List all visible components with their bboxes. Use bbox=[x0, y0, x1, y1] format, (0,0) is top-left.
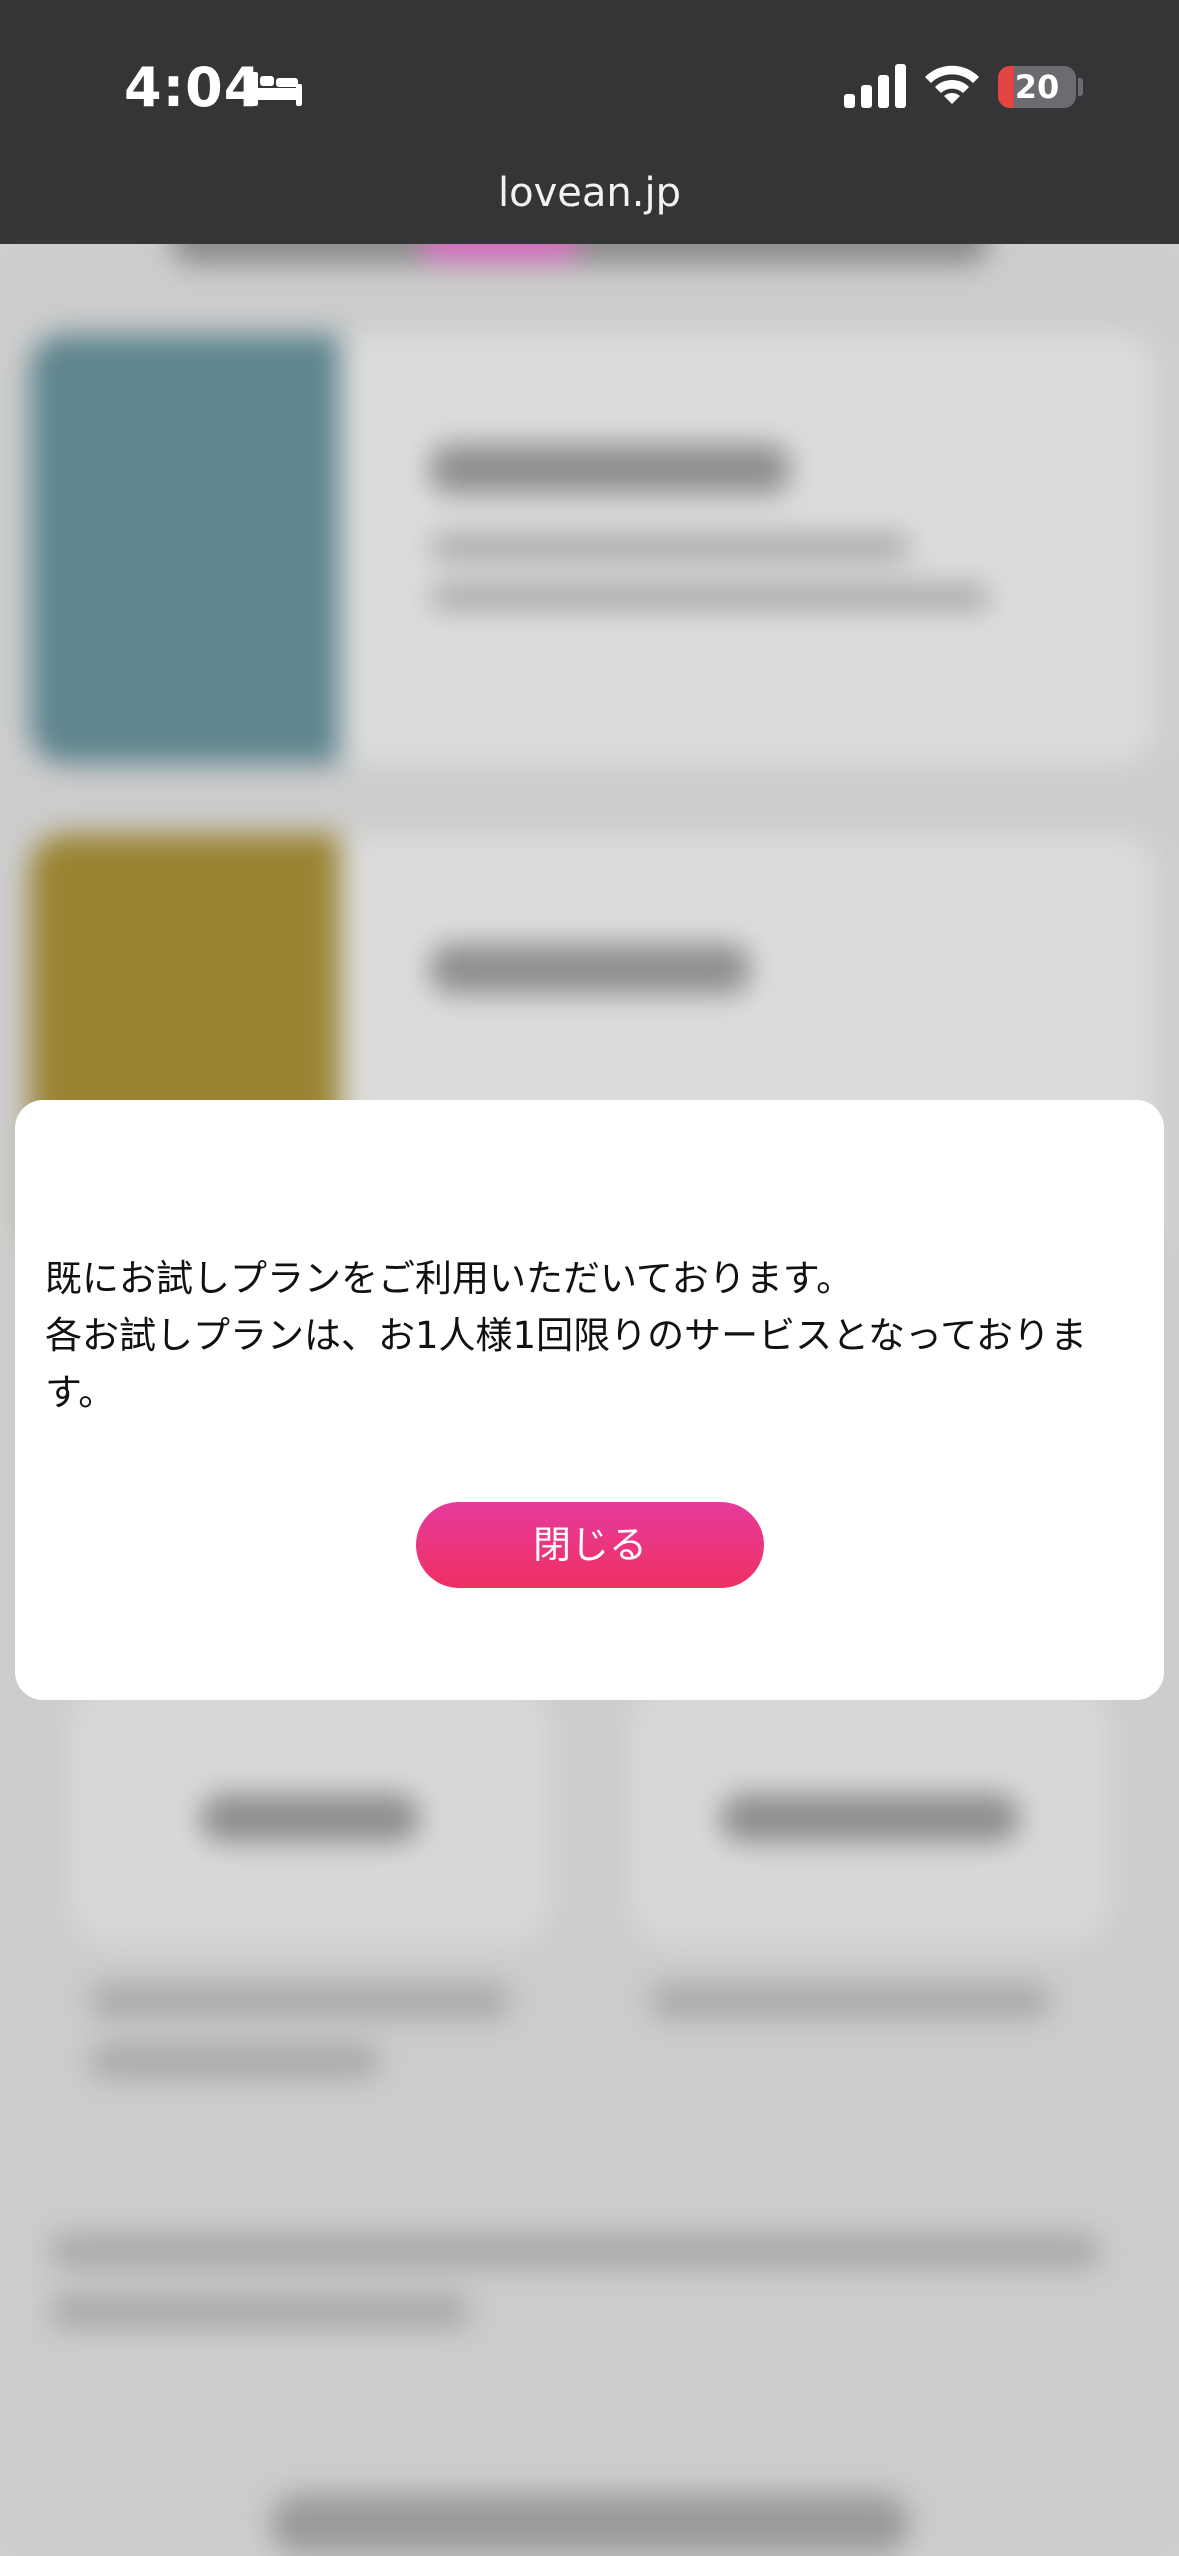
background-tile bbox=[630, 1684, 1110, 1944]
url-bar[interactable]: lovean.jp bbox=[0, 170, 1179, 216]
background-card-title bbox=[430, 444, 790, 494]
background-card-line bbox=[430, 534, 910, 560]
cellular-signal-icon bbox=[844, 64, 906, 108]
background-text-line bbox=[50, 2294, 470, 2328]
screen: 4:04 20 lovean.jp 既にお試しプランをご利用いただいております。… bbox=[0, 0, 1179, 2556]
wifi-icon bbox=[925, 65, 979, 104]
background-tile-bar bbox=[200, 1794, 420, 1842]
battery-level: 20 bbox=[1014, 68, 1060, 106]
dialog-message: 既にお試しプランをご利用いただいております。 各お試しプランは、お1人様1回限り… bbox=[45, 1257, 1088, 1414]
background-card-line bbox=[430, 584, 990, 610]
background-text-line bbox=[90, 1984, 510, 2018]
background-card-title bbox=[430, 944, 750, 994]
close-button[interactable]: 閉じる bbox=[416, 1502, 764, 1588]
battery-icon: 20 bbox=[998, 66, 1076, 108]
background-text-line bbox=[90, 2044, 380, 2078]
bed-icon bbox=[252, 72, 302, 106]
background-button bbox=[270, 2494, 910, 2554]
status-time: 4:04 bbox=[124, 56, 263, 119]
background-tile-bar bbox=[720, 1794, 1020, 1842]
background-card-swatch bbox=[30, 334, 340, 764]
background-tile bbox=[70, 1684, 550, 1944]
notice-dialog: 既にお試しプランをご利用いただいております。 各お試しプランは、お1人様1回限り… bbox=[15, 1100, 1164, 1700]
background-text-line bbox=[650, 1984, 1050, 2018]
background-text-line bbox=[50, 2234, 1100, 2268]
battery-nub bbox=[1078, 78, 1083, 96]
background-plan-card bbox=[30, 334, 1155, 764]
status-bar: 4:04 20 lovean.jp bbox=[0, 0, 1179, 244]
